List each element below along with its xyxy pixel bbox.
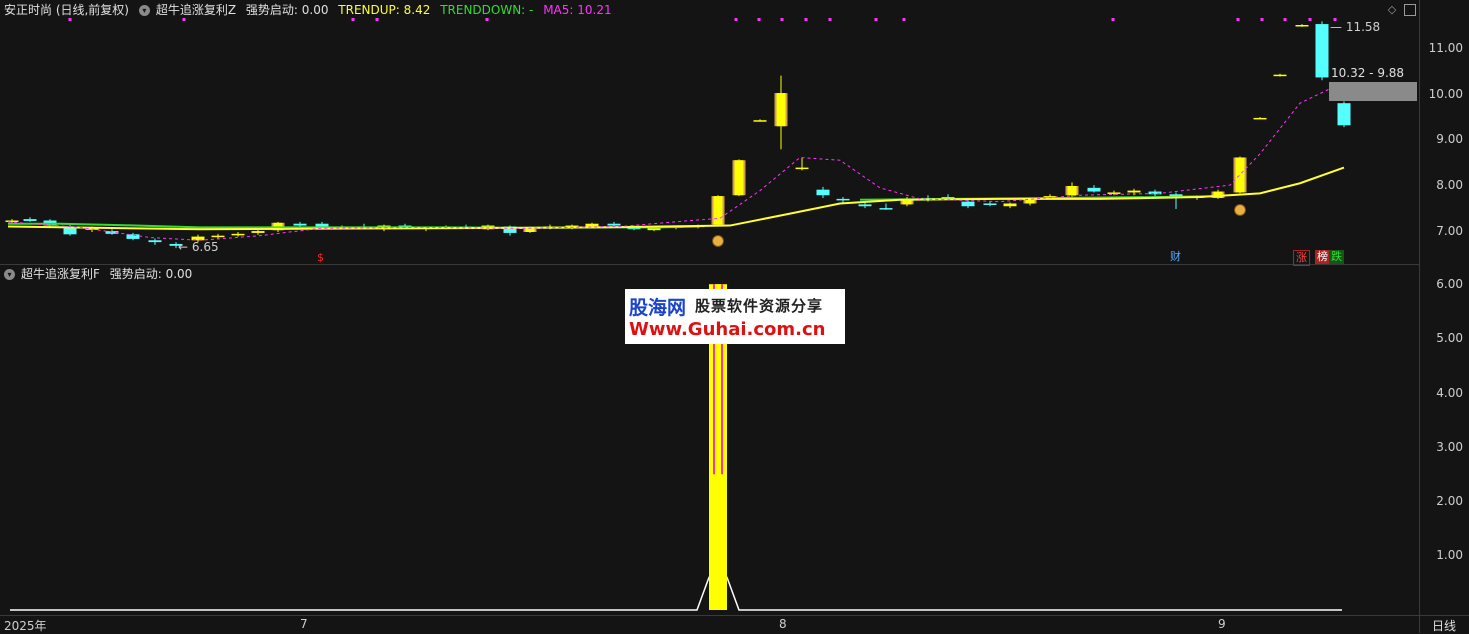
candle-body	[1087, 187, 1101, 192]
candle-body	[211, 235, 225, 238]
price-tick: 8.00	[1436, 178, 1463, 192]
candle-body	[23, 219, 37, 221]
sub-tick: 5.00	[1436, 331, 1463, 345]
watermark-brand: 股海网	[629, 297, 687, 319]
signal-dot	[375, 18, 379, 21]
time-axis-border	[0, 615, 1469, 616]
signal-dot	[1283, 18, 1287, 21]
watermark-tagline: 股票软件资源分享	[695, 297, 824, 315]
candle-body-inner	[776, 93, 786, 127]
candle-body	[315, 223, 329, 227]
candle-body	[1107, 192, 1121, 194]
signal-dot	[828, 18, 832, 21]
high-price-annotation: — 11.58	[1330, 20, 1381, 34]
high-price-value: 11.58	[1345, 20, 1381, 34]
price-tick: 9.00	[1436, 132, 1463, 146]
signal-dot	[902, 18, 906, 21]
candle-body	[879, 208, 893, 210]
candle-body	[585, 223, 599, 227]
money-bag-icon	[1234, 204, 1246, 216]
price-tick: 10.00	[1428, 87, 1463, 101]
watermark-url: Www.Guhai.com.cn	[629, 319, 826, 340]
sub-tick: 1.00	[1436, 548, 1463, 562]
candle-body	[1003, 203, 1017, 207]
candle-body	[858, 204, 872, 207]
low-price-annotation: ← 6.65	[178, 240, 219, 254]
candle-body-inner	[1235, 157, 1245, 193]
candle-body	[1295, 25, 1309, 27]
time-label-aug: 8	[779, 617, 787, 631]
price-tick: 11.00	[1428, 41, 1463, 55]
signal-dot	[182, 18, 186, 21]
candle-body	[293, 223, 307, 226]
candle-body-inner	[734, 160, 744, 196]
signal-dot	[1236, 18, 1240, 21]
candle-body	[836, 198, 850, 201]
candle-body	[795, 167, 809, 170]
dollar-marker[interactable]: $	[315, 251, 326, 265]
candle-body-inner	[1067, 186, 1077, 196]
signal-dot	[874, 18, 878, 21]
time-label-year: 2025年	[4, 619, 47, 633]
money-bag-icon	[712, 235, 724, 247]
signal-dot	[485, 18, 489, 21]
watermark-logo: 股海网 股票软件资源分享 Www.Guhai.com.cn	[625, 289, 845, 344]
low-price-value: 6.65	[191, 240, 219, 254]
candle-body	[5, 220, 19, 222]
signal-dot	[68, 18, 72, 21]
ma5-line	[7, 83, 1341, 241]
candle-body	[1337, 103, 1351, 126]
signal-dot	[804, 18, 808, 21]
sub-axis[interactable]: 6.00 5.00 4.00 3.00 2.00 1.00	[1419, 265, 1469, 615]
period-button[interactable]: 日线	[1432, 617, 1456, 634]
signal-dot	[1308, 18, 1312, 21]
candle-body	[1315, 24, 1329, 78]
rise-marker[interactable]: 涨	[1293, 250, 1310, 266]
sub-tick: 6.00	[1436, 277, 1463, 291]
candle-body	[983, 203, 997, 205]
signal-dot	[1111, 18, 1115, 21]
signal-dot	[780, 18, 784, 21]
time-label-jul: 7	[300, 617, 308, 631]
sub-tick: 2.00	[1436, 494, 1463, 508]
candle-body	[816, 189, 830, 196]
signal-dot	[757, 18, 761, 21]
candle-body	[148, 240, 162, 243]
price-axis[interactable]: 11.00 10.00 9.00 8.00 7.00	[1419, 0, 1469, 264]
signal-dot	[1260, 18, 1264, 21]
candle-body	[753, 120, 767, 122]
pane-divider[interactable]	[0, 264, 1419, 265]
signal-baseline	[10, 576, 1342, 611]
signal-dot	[734, 18, 738, 21]
candle-body	[231, 233, 245, 236]
candle-body	[1127, 190, 1141, 193]
candle-body	[251, 231, 265, 233]
candle-body	[607, 223, 621, 226]
finance-marker[interactable]: 财	[1168, 250, 1183, 264]
candle-body	[1273, 74, 1287, 77]
sub-tick: 3.00	[1436, 440, 1463, 454]
fall-marker[interactable]: 跌	[1329, 250, 1344, 264]
candle-body	[126, 234, 140, 239]
signal-dot	[351, 18, 355, 21]
time-label-sep: 9	[1218, 617, 1226, 631]
price-tick: 7.00	[1436, 224, 1463, 238]
candle-body	[1253, 117, 1267, 120]
range-box	[1329, 82, 1417, 101]
candle-body-inner	[713, 196, 723, 225]
range-label: 10.32 - 9.88	[1331, 66, 1405, 80]
rank-marker[interactable]: 榜	[1315, 250, 1330, 264]
sub-tick: 4.00	[1436, 386, 1463, 400]
candle-body	[961, 201, 975, 207]
trendup-line	[7, 166, 1345, 231]
